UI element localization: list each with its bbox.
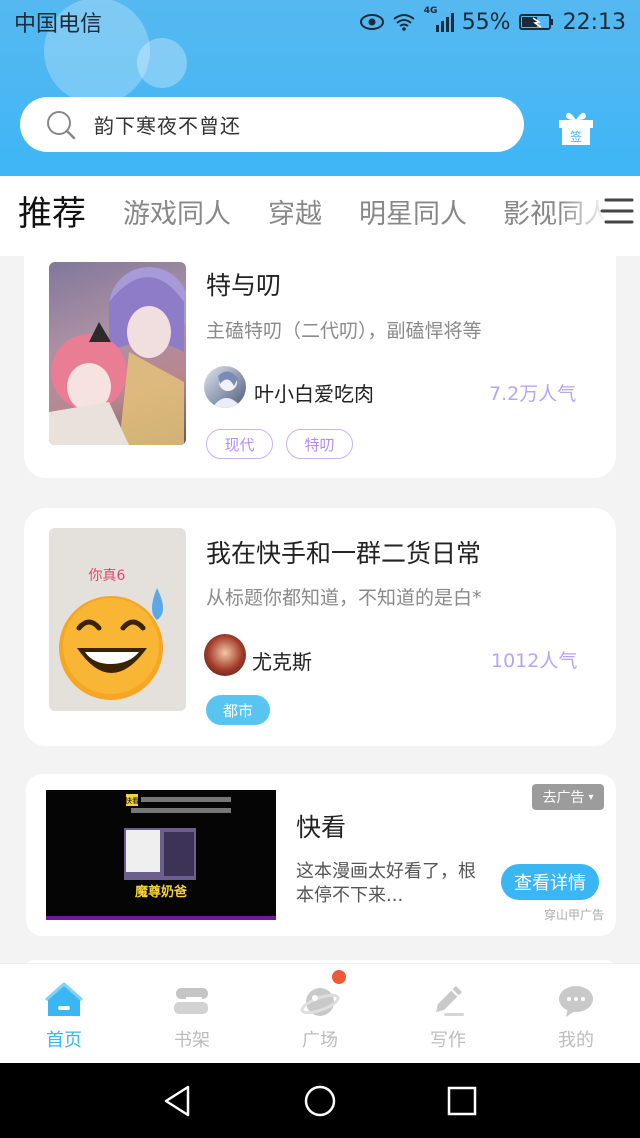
story-title: 特与叨 <box>206 271 282 300</box>
author-avatar[interactable] <box>204 634 246 676</box>
header: 中国电信 4G 55% 22:13 韵下寒夜不曾还 签 <box>0 0 640 176</box>
gift-icon[interactable]: 签 <box>556 108 596 146</box>
home-icon <box>44 982 84 1020</box>
nav-bookshelf-label: 书架 <box>174 1030 210 1051</box>
story-cover: 你真6 <box>49 528 186 711</box>
chevron-down-icon: ▾ <box>588 791 594 803</box>
bottom-nav: 首页 书架 广场 写作 我的 <box>0 963 640 1063</box>
story-cover <box>49 262 186 445</box>
remove-ad-label: 去广告 <box>542 790 585 806</box>
nav-mine-label: 我的 <box>558 1030 594 1051</box>
nav-home-label: 首页 <box>46 1030 82 1051</box>
author-name[interactable]: 叶小白爱吃肉 <box>254 378 374 407</box>
wifi-icon <box>392 13 416 31</box>
author-avatar[interactable] <box>204 366 246 408</box>
home-button-icon[interactable] <box>302 1083 338 1119</box>
system-nav-bar <box>0 1063 640 1138</box>
tab-recommend[interactable]: 推荐 <box>18 186 86 235</box>
search-placeholder: 韵下寒夜不曾还 <box>94 114 241 138</box>
nav-write-label: 写作 <box>430 1030 466 1051</box>
recent-apps-icon[interactable] <box>444 1083 480 1119</box>
tab-game-fanfic[interactable]: 游戏同人 <box>123 192 231 231</box>
nav-mine[interactable]: 我的 <box>512 964 640 1064</box>
signal-icon: 4G <box>424 6 454 32</box>
notification-badge <box>332 970 346 984</box>
search-icon <box>46 110 76 140</box>
pen-icon <box>428 982 468 1020</box>
ad-image: 快看 魔尊奶爸 <box>46 790 276 920</box>
battery-percent: 55% <box>461 9 511 35</box>
tag-chip[interactable]: 特叨 <box>286 429 353 459</box>
author-name[interactable]: 尤克斯 <box>252 646 312 675</box>
popularity: 7.2万人气 <box>489 383 577 405</box>
story-description: 从标题你都知道，不知道的是白* <box>206 587 482 609</box>
story-card[interactable]: 特与叨 主磕特叨（二代叨），副磕悍将等 叶小白爱吃肉 7.2万人气 现代 特叨 <box>24 238 616 478</box>
menu-icon[interactable] <box>598 196 634 226</box>
ad-card[interactable]: 快看 魔尊奶爸 去广告 ▾ 快看 这本漫画太好看了，根本停不下来... 查看详情… <box>26 774 616 936</box>
search-bar[interactable]: 韵下寒夜不曾还 <box>20 97 524 152</box>
ad-source: 穿山甲广告 <box>543 908 604 922</box>
tab-time-travel[interactable]: 穿越 <box>268 192 322 231</box>
decor-bubble <box>137 38 187 88</box>
nav-plaza-label: 广场 <box>302 1030 338 1051</box>
story-description: 主磕特叨（二代叨），副磕悍将等 <box>206 320 482 342</box>
clock: 22:13 <box>562 9 626 35</box>
remove-ad-button[interactable]: 去广告 ▾ <box>532 784 604 810</box>
nav-write[interactable]: 写作 <box>384 964 512 1064</box>
nav-plaza[interactable]: 广场 <box>256 964 384 1064</box>
nav-home[interactable]: 首页 <box>0 964 128 1064</box>
ad-description: 这本漫画太好看了，根本停不下来... <box>296 861 476 906</box>
ad-image-caption: 魔尊奶爸 <box>135 884 187 900</box>
popularity: 1012人气 <box>491 650 578 672</box>
carrier-label: 中国电信 <box>14 12 103 37</box>
tag-chip[interactable]: 现代 <box>206 429 273 459</box>
ad-image-logo: 快看 <box>125 796 139 805</box>
battery-icon <box>518 13 555 31</box>
tag-chip[interactable]: 都市 <box>206 695 270 725</box>
cover-text: 你真6 <box>89 568 126 584</box>
story-card[interactable]: 你真6 我在快手和一群二货日常 从标题你都知道，不知道的是白* 尤克斯 1012… <box>24 508 616 746</box>
tab-celebrity-fanfic[interactable]: 明星同人 <box>359 192 467 231</box>
eye-icon <box>359 14 384 30</box>
chat-bubble-icon <box>556 982 596 1020</box>
nav-bookshelf[interactable]: 书架 <box>128 964 256 1064</box>
view-details-button[interactable]: 查看详情 <box>501 864 599 900</box>
back-icon[interactable] <box>160 1083 196 1119</box>
gift-label: 签 <box>570 129 582 144</box>
story-title: 我在快手和一群二货日常 <box>206 539 482 568</box>
bookshelf-icon <box>172 982 212 1020</box>
status-bar: 中国电信 4G 55% 22:13 <box>0 0 640 44</box>
network-label: 4G <box>423 6 438 16</box>
ad-title: 快看 <box>296 813 347 842</box>
planet-icon <box>300 982 340 1020</box>
